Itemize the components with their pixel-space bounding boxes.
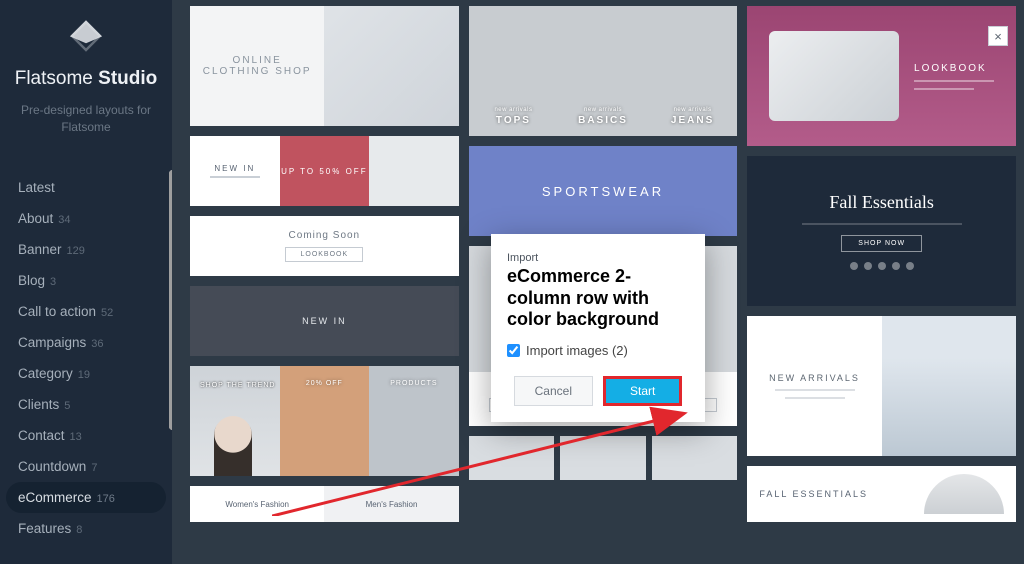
card-label: PRODUCTS — [390, 380, 437, 387]
layout-card[interactable]: NEW IN — [190, 286, 459, 356]
layout-card[interactable] — [469, 436, 738, 480]
image-placeholder — [924, 474, 1004, 514]
category-nav: Latest About34 Banner129 Blog3 Call to a… — [0, 172, 172, 544]
layout-card[interactable]: FALL ESSENTIALS — [747, 466, 1016, 522]
nav-item-features[interactable]: Features8 — [0, 513, 172, 544]
layout-card[interactable]: ONLINE CLOTHING SHOP — [190, 6, 459, 126]
nav-item-banner[interactable]: Banner129 — [0, 234, 172, 265]
nav-item-contact[interactable]: Contact13 — [0, 420, 172, 451]
layout-card[interactable]: SPORTSWEAR — [469, 146, 738, 236]
card-title: FALL ESSENTIALS — [759, 489, 868, 499]
layout-card[interactable]: new arrivalsTOPS new arrivalsBASICS new … — [469, 6, 738, 136]
image-placeholder — [324, 6, 458, 126]
nav-item-latest[interactable]: Latest — [0, 172, 172, 203]
layout-card[interactable]: NEW ARRIVALS — [747, 316, 1016, 456]
card-label: 20% OFF — [306, 380, 343, 387]
grid-col-a: ONLINE CLOTHING SHOP NEW IN UP TO 50% OF… — [190, 6, 459, 522]
checkbox-input[interactable] — [507, 344, 520, 357]
layout-card[interactable]: Women's Fashion Men's Fashion — [190, 486, 459, 522]
card-title: LOOKBOOK — [914, 63, 987, 74]
layout-card[interactable]: SHOP THE TREND 20% OFF PRODUCTS — [190, 366, 459, 476]
image-placeholder — [369, 136, 459, 206]
nav-item-blog[interactable]: Blog3 — [0, 265, 172, 296]
grid-col-c: LOOKBOOK Fall Essentials SHOP NOW NEW AR… — [747, 6, 1016, 522]
nav-item-campaigns[interactable]: Campaigns36 — [0, 327, 172, 358]
nav-item-call-to-action[interactable]: Call to action52 — [0, 296, 172, 327]
logo-icon — [66, 18, 106, 58]
card-title: SPORTSWEAR — [542, 184, 664, 199]
cancel-button[interactable]: Cancel — [514, 376, 593, 406]
card-label: NEW IN — [190, 286, 459, 356]
sidebar: Flatsome Studio Pre-designed layouts for… — [0, 0, 172, 564]
dialog-title: eCommerce 2-column row with color backgr… — [507, 266, 689, 331]
layout-card[interactable]: LOOKBOOK — [747, 6, 1016, 146]
social-icons — [850, 262, 914, 270]
dialog-label: Import — [507, 252, 689, 264]
card-title: ONLINE CLOTHING SHOP — [190, 6, 324, 126]
image-placeholder — [214, 416, 252, 476]
card-title: Fall Essentials — [829, 192, 934, 213]
layout-card[interactable]: Coming Soon LOOKBOOK — [190, 216, 459, 276]
brand-tagline: Pre-designed layouts for Flatsome — [8, 102, 164, 136]
import-dialog: Import eCommerce 2-column row with color… — [491, 234, 705, 422]
layout-grid: ONLINE CLOTHING SHOP NEW IN UP TO 50% OF… — [172, 0, 1024, 564]
card-label: Men's Fashion — [324, 486, 458, 522]
card-label: Women's Fashion — [190, 486, 324, 522]
card-button: SHOP NOW — [841, 235, 922, 252]
nav-item-ecommerce[interactable]: eCommerce176 — [6, 482, 166, 513]
layout-card[interactable]: Fall Essentials SHOP NOW — [747, 156, 1016, 306]
brand-block: Flatsome Studio Pre-designed layouts for… — [0, 18, 172, 150]
close-button[interactable]: × — [988, 26, 1008, 46]
checkbox-label: Import images (2) — [526, 343, 628, 358]
layout-card[interactable]: NEW IN UP TO 50% OFF — [190, 136, 459, 206]
start-button[interactable]: Start — [603, 376, 682, 406]
nav-item-about[interactable]: About34 — [0, 203, 172, 234]
brand-title: Flatsome Studio — [15, 68, 158, 90]
card-label: UP TO 50% OFF — [281, 167, 367, 176]
card-title: NEW ARRIVALS — [769, 373, 860, 383]
nav-item-category[interactable]: Category19 — [0, 358, 172, 389]
nav-item-clients[interactable]: Clients5 — [0, 389, 172, 420]
image-placeholder — [769, 31, 899, 121]
nav-item-countdown[interactable]: Countdown7 — [0, 451, 172, 482]
card-title: Coming Soon — [289, 230, 361, 241]
card-label: SHOP THE TREND — [200, 382, 275, 389]
divider — [210, 176, 260, 178]
import-images-checkbox[interactable]: Import images (2) — [507, 343, 689, 358]
card-button: LOOKBOOK — [285, 247, 363, 262]
image-placeholder — [882, 316, 1016, 456]
close-icon: × — [994, 29, 1002, 44]
card-label: NEW IN — [214, 164, 255, 173]
